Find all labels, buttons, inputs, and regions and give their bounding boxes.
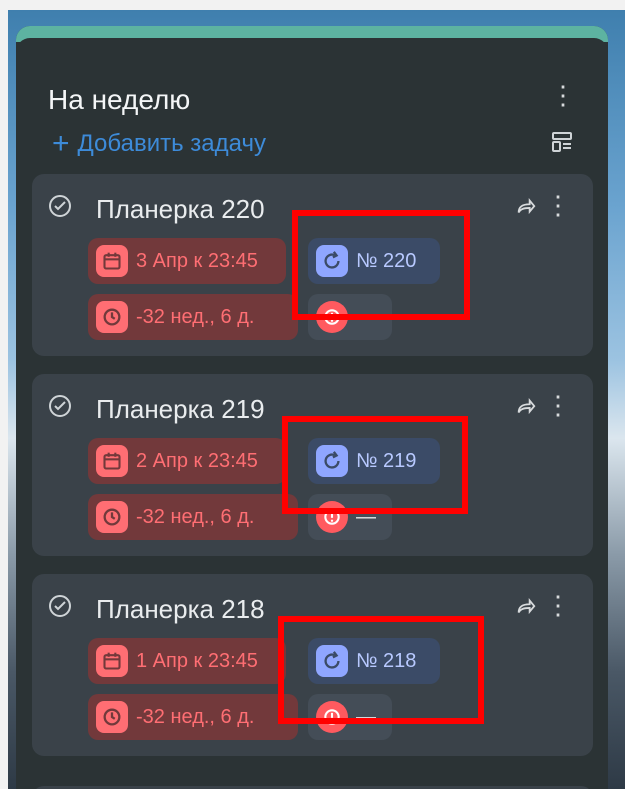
overdue-chip[interactable]: -32 нед., 6 д. bbox=[88, 494, 298, 540]
column-menu-button[interactable]: ⋮ bbox=[550, 80, 576, 110]
add-task-button[interactable]: + Добавить задачу bbox=[52, 127, 266, 160]
plus-icon: + bbox=[52, 127, 70, 160]
layout-icon[interactable] bbox=[550, 130, 574, 154]
overdue-chip[interactable]: -32 нед., 6 д. bbox=[88, 294, 298, 340]
overdue-label: -32 нед., 6 д. bbox=[136, 505, 255, 528]
due-date-chip[interactable]: 2 Апр к 23:45 bbox=[88, 438, 286, 484]
history-icon bbox=[96, 301, 128, 333]
due-date-chip[interactable]: 1 Апр к 23:45 bbox=[88, 638, 286, 684]
check-circle-icon[interactable] bbox=[48, 394, 72, 418]
calendar-icon bbox=[96, 645, 128, 677]
task-title: Планерка 218 bbox=[96, 594, 265, 624]
share-arrow-icon[interactable] bbox=[515, 596, 537, 618]
highlight-box bbox=[282, 416, 468, 514]
share-arrow-icon[interactable] bbox=[515, 196, 537, 218]
more-vertical-icon[interactable]: ⋮ bbox=[545, 390, 571, 420]
calendar-icon bbox=[96, 245, 128, 277]
more-vertical-icon[interactable]: ⋮ bbox=[545, 190, 571, 220]
overdue-chip[interactable]: -32 нед., 6 д. bbox=[88, 694, 298, 740]
due-date-label: 2 Апр к 23:45 bbox=[136, 449, 258, 472]
history-icon bbox=[96, 701, 128, 733]
add-task-label: Добавить задачу bbox=[77, 130, 266, 157]
share-arrow-icon[interactable] bbox=[515, 396, 537, 418]
due-date-label: 1 Апр к 23:45 bbox=[136, 649, 258, 672]
check-circle-icon[interactable] bbox=[48, 594, 72, 618]
check-circle-icon[interactable] bbox=[48, 194, 72, 218]
calendar-icon bbox=[96, 445, 128, 477]
more-vertical-icon[interactable]: ⋮ bbox=[545, 590, 571, 620]
due-date-chip[interactable]: 3 Апр к 23:45 bbox=[88, 238, 286, 284]
overdue-label: -32 нед., 6 д. bbox=[136, 305, 255, 328]
due-date-label: 3 Апр к 23:45 bbox=[136, 249, 258, 272]
highlight-box bbox=[292, 210, 470, 320]
overdue-label: -32 нед., 6 д. bbox=[136, 705, 255, 728]
task-title: Планерка 219 bbox=[96, 394, 265, 424]
column-title: На неделю bbox=[48, 84, 191, 115]
history-icon bbox=[96, 501, 128, 533]
task-title: Планерка 220 bbox=[96, 194, 265, 224]
highlight-box bbox=[278, 616, 484, 724]
